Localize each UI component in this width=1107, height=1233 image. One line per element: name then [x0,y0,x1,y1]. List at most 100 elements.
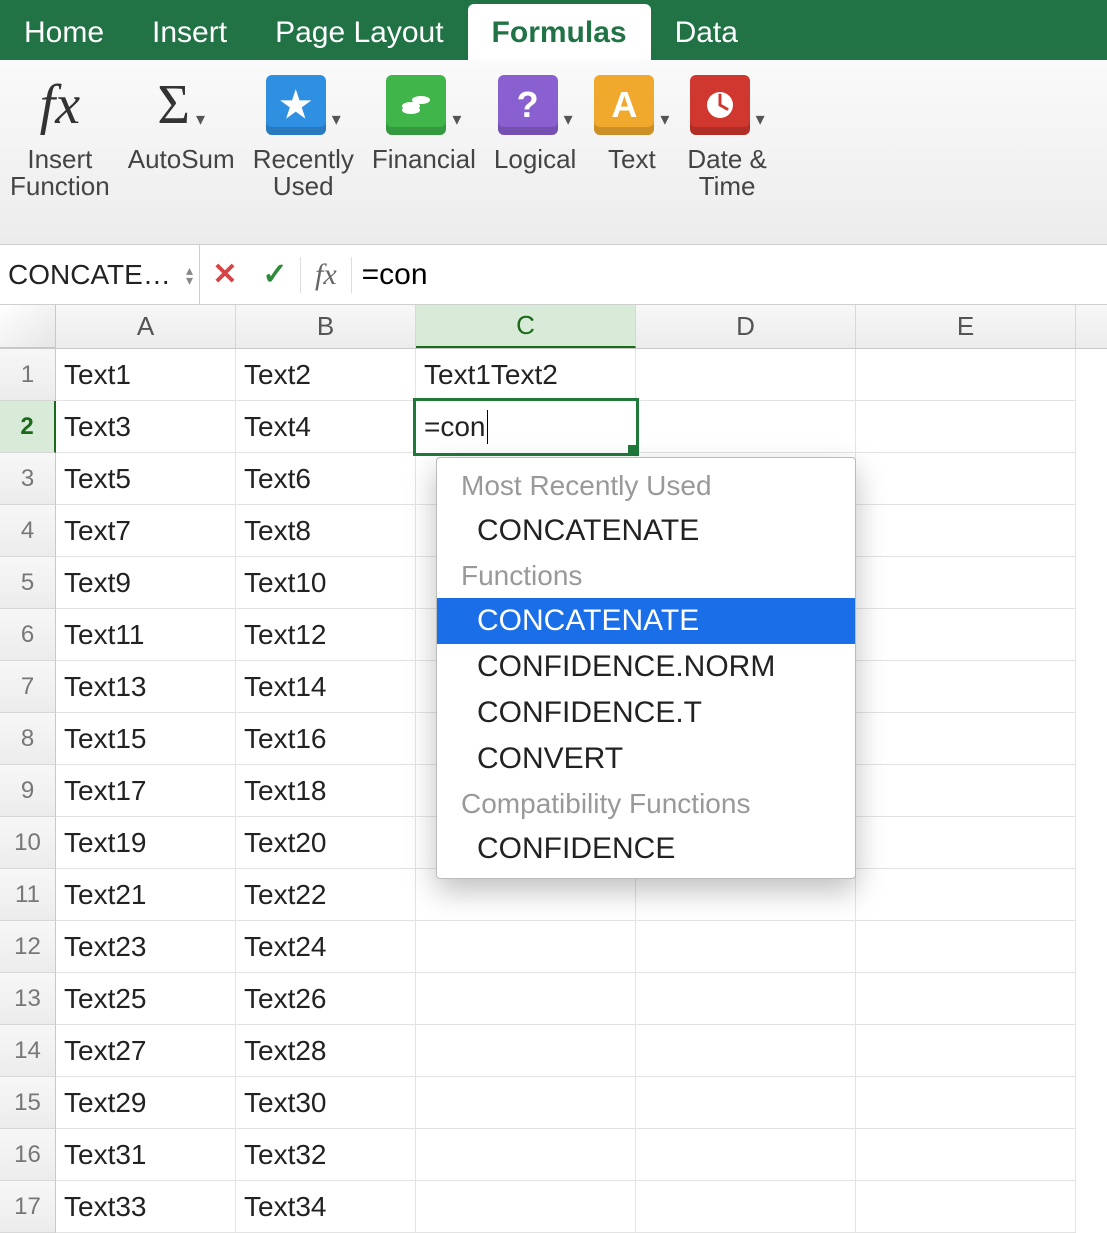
row-header[interactable]: 6 [0,609,56,661]
cell[interactable]: Text26 [236,973,416,1025]
autocomplete-item[interactable]: CONFIDENCE.NORM [437,644,855,690]
row-header[interactable]: 12 [0,921,56,973]
active-cell-editor[interactable]: =con [416,401,636,453]
cell[interactable]: Text30 [236,1077,416,1129]
row-header[interactable]: 16 [0,1129,56,1181]
row-header[interactable]: 5 [0,557,56,609]
cell[interactable]: Text13 [56,661,236,713]
cell[interactable] [856,1181,1076,1233]
row-header[interactable]: 13 [0,973,56,1025]
row-header[interactable]: 10 [0,817,56,869]
col-header-E[interactable]: E [856,305,1076,348]
cell[interactable]: Text10 [236,557,416,609]
cell[interactable]: Text34 [236,1181,416,1233]
financial-button[interactable]: ▾ Financial [372,70,476,173]
cell[interactable] [636,1077,856,1129]
autocomplete-item[interactable]: CONCATENATE [437,508,855,554]
cell[interactable]: Text23 [56,921,236,973]
cell[interactable]: Text20 [236,817,416,869]
cell[interactable] [856,817,1076,869]
cell[interactable]: Text3 [56,401,236,453]
cell[interactable] [416,1077,636,1129]
cell[interactable] [416,921,636,973]
formula-autocomplete[interactable]: Most Recently UsedCONCATENATEFunctionsCO… [436,457,856,879]
row-header[interactable]: 4 [0,505,56,557]
row-header[interactable]: 9 [0,765,56,817]
autocomplete-item[interactable]: CONCATENATE [437,598,855,644]
cell[interactable] [416,1181,636,1233]
cell[interactable] [636,1129,856,1181]
tab-data[interactable]: Data [651,4,762,60]
autocomplete-item[interactable]: CONFIDENCE.T [437,690,855,736]
cell[interactable]: Text21 [56,869,236,921]
accept-button[interactable]: ✓ [250,257,300,292]
row-header[interactable]: 11 [0,869,56,921]
cell[interactable]: Text17 [56,765,236,817]
cell[interactable] [416,973,636,1025]
cell[interactable] [856,1025,1076,1077]
cell[interactable]: Text28 [236,1025,416,1077]
cell[interactable] [636,1025,856,1077]
cell[interactable] [856,1077,1076,1129]
text-button[interactable]: A▾ Text [594,70,669,173]
cell[interactable]: Text32 [236,1129,416,1181]
row-header[interactable]: 3 [0,453,56,505]
row-header[interactable]: 2 [0,401,56,453]
autosum-button[interactable]: Σ▾ AutoSum [128,70,235,173]
cell[interactable] [636,921,856,973]
name-box[interactable]: CONCATE… ▴▾ [0,245,200,304]
cell[interactable] [636,401,856,453]
col-header-D[interactable]: D [636,305,856,348]
cell[interactable] [636,1181,856,1233]
fx-icon[interactable]: fx [301,258,351,292]
tab-home[interactable]: Home [0,4,128,60]
cell[interactable]: Text33 [56,1181,236,1233]
cell[interactable]: Text31 [56,1129,236,1181]
tab-formulas[interactable]: Formulas [468,4,651,60]
cell[interactable]: Text25 [56,973,236,1025]
formula-input[interactable] [352,257,1107,293]
cell[interactable]: Text9 [56,557,236,609]
chevron-down-icon[interactable]: ▾ [332,110,341,129]
cell[interactable]: Text11 [56,609,236,661]
cell[interactable] [856,453,1076,505]
select-all-triangle[interactable] [0,305,56,348]
cell[interactable]: Text6 [236,453,416,505]
cell[interactable] [856,661,1076,713]
cell[interactable]: Text22 [236,869,416,921]
cell[interactable]: Text18 [236,765,416,817]
cell[interactable] [856,401,1076,453]
cell[interactable] [856,349,1076,401]
row-header[interactable]: 17 [0,1181,56,1233]
row-header[interactable]: 14 [0,1025,56,1077]
cell[interactable]: Text24 [236,921,416,973]
insert-function-button[interactable]: fx Insert Function [10,70,110,201]
cell[interactable]: Text4 [236,401,416,453]
date-time-button[interactable]: ▾ Date & Time [687,70,767,201]
cell[interactable] [856,713,1076,765]
cell[interactable]: Text19 [56,817,236,869]
tab-page-layout[interactable]: Page Layout [251,4,467,60]
row-header[interactable]: 8 [0,713,56,765]
logical-button[interactable]: ?▾ Logical [494,70,576,173]
cell[interactable]: Text2 [236,349,416,401]
chevron-down-icon[interactable]: ▾ [452,110,461,129]
chevron-down-icon[interactable]: ▾ [564,110,573,129]
cancel-button[interactable]: ✕ [200,257,250,292]
cell[interactable] [636,973,856,1025]
cell[interactable] [856,869,1076,921]
chevron-down-icon[interactable]: ▾ [196,110,205,129]
cell[interactable]: Text1 [56,349,236,401]
cell[interactable] [856,921,1076,973]
row-header[interactable]: 15 [0,1077,56,1129]
cell[interactable]: Text14 [236,661,416,713]
col-header-A[interactable]: A [56,305,236,348]
autocomplete-item[interactable]: CONFIDENCE [437,826,855,872]
cell[interactable]: Text16 [236,713,416,765]
recently-used-button[interactable]: ★▾ Recently Used [253,70,354,201]
row-header[interactable]: 1 [0,349,56,401]
cell[interactable] [416,1025,636,1077]
cell[interactable]: Text15 [56,713,236,765]
cell[interactable] [856,973,1076,1025]
cell[interactable]: Text1Text2 [416,349,636,401]
